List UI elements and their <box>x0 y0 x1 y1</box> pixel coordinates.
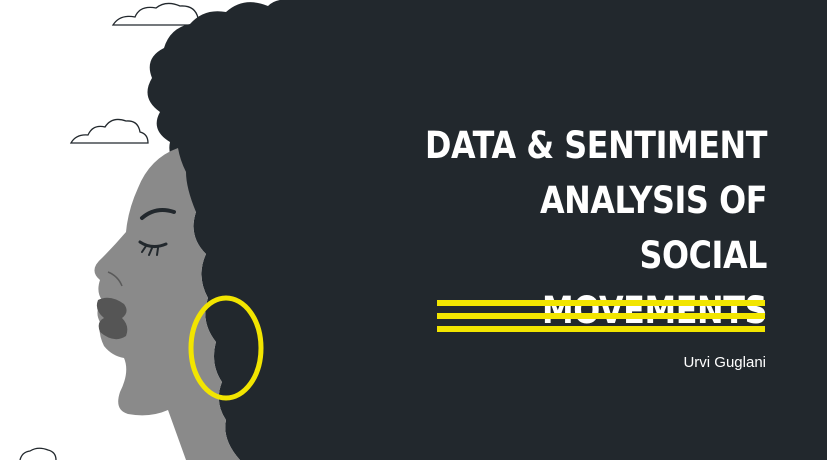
title-line: DATA & SENTIMENT <box>424 124 767 167</box>
stripe <box>437 326 765 332</box>
yellow-stripes-decoration <box>437 300 765 339</box>
title-slide: DATA & SENTIMENT ANALYSIS OF SOCIAL MOVE… <box>0 0 827 460</box>
author-name: Urvi Guglani <box>683 354 766 371</box>
title-line: ANALYSIS OF SOCIAL <box>539 179 767 277</box>
stripe <box>437 300 765 306</box>
cloud-icon <box>111 2 207 26</box>
cloud-icon <box>19 447 57 460</box>
stripe <box>437 313 765 319</box>
cloud-icon <box>69 118 149 144</box>
